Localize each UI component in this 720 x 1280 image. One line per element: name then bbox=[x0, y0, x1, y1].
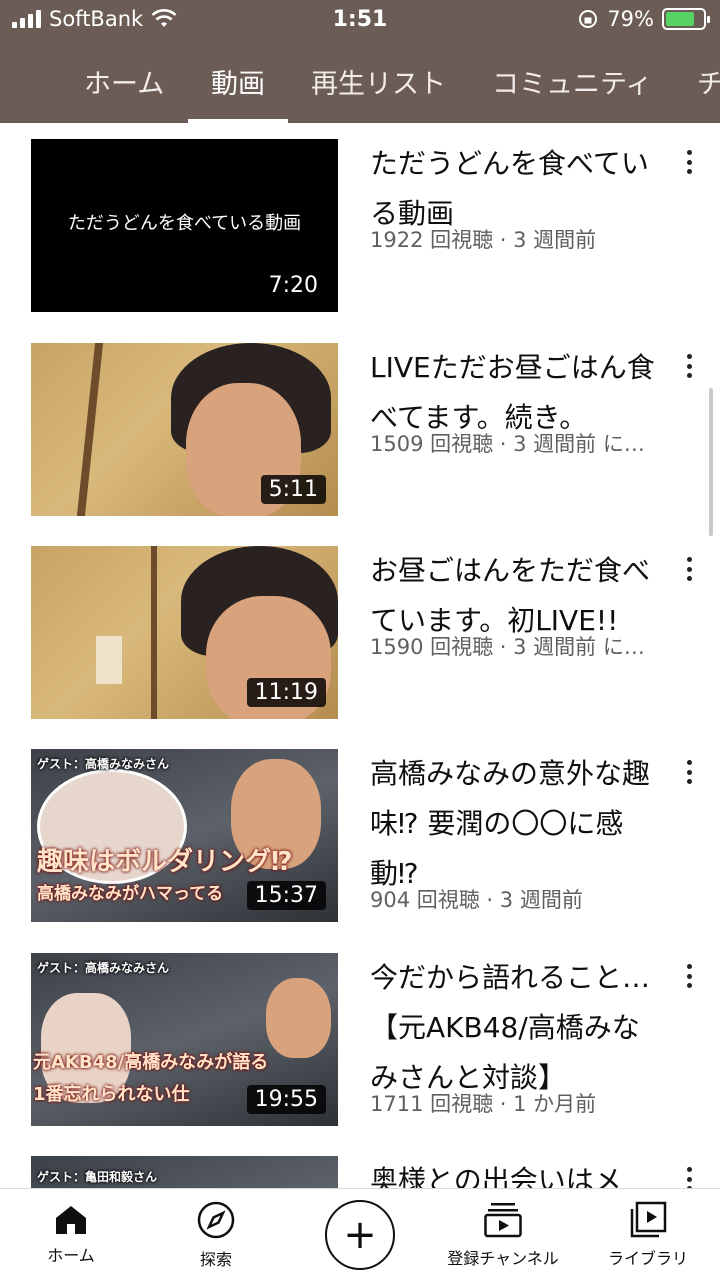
nav-subscriptions-label: 登録チャンネル bbox=[447, 1249, 559, 1268]
more-icon[interactable] bbox=[680, 961, 698, 991]
more-icon[interactable] bbox=[680, 757, 698, 787]
video-item[interactable]: 5:11 LIVEただお昼ごはん食べてます。続き。 1509 回視聴 · 3 週… bbox=[0, 343, 720, 529]
plus-icon[interactable]: + bbox=[325, 1200, 395, 1270]
video-title-text: ただうどんを食べている動画 bbox=[370, 147, 649, 230]
video-title[interactable]: お昼ごはんをただ食べています。初LIVE!! 1590 回視聴 · 3 週間前 … bbox=[370, 546, 655, 660]
nav-library-label: ライブラリ bbox=[607, 1249, 688, 1268]
more-icon[interactable] bbox=[680, 147, 698, 177]
video-meta: 1590 回視聴 · 3 週間前 に… bbox=[370, 635, 645, 659]
duration-badge: 15:37 bbox=[246, 881, 326, 910]
video-item[interactable]: ただうどんを食べている動画 7:20 ただうどんを食べている動画 1922 回視… bbox=[0, 139, 720, 325]
tab-videos[interactable]: 動画 bbox=[211, 62, 265, 101]
battery-percent: 79% bbox=[607, 7, 654, 31]
video-title[interactable]: 高橋みなみの意外な趣味⁉ 要潤の〇〇に感動⁉ 904 回視聴 · 3 週間前 bbox=[370, 749, 655, 913]
duration-badge: 19:55 bbox=[246, 1085, 326, 1114]
video-meta: 904 回視聴 · 3 週間前 bbox=[370, 888, 583, 912]
video-item[interactable]: ゲスト：亀田和毅さん 奥様との出会いはメ bbox=[0, 1156, 720, 1188]
video-title-text: 奥様との出会いはメ bbox=[370, 1164, 622, 1188]
tab-channels[interactable]: チ bbox=[697, 62, 720, 101]
nav-explore-label: 探索 bbox=[199, 1250, 232, 1269]
more-icon[interactable] bbox=[680, 1164, 698, 1188]
thumbnail-caption: 趣味はボルダリング⁉ bbox=[37, 847, 293, 877]
tab-playlists[interactable]: 再生リスト bbox=[311, 62, 446, 101]
more-icon[interactable] bbox=[680, 554, 698, 584]
video-thumbnail[interactable]: 5:11 bbox=[31, 343, 338, 516]
battery-icon bbox=[662, 8, 710, 30]
thumbnail-text: ただうどんを食べている動画 bbox=[67, 213, 302, 234]
video-title-text: 高橋みなみの意外な趣味⁉ 要潤の〇〇に感動⁉ bbox=[370, 757, 651, 890]
header: SoftBank 1:51 79% ホーム 動画 再生リスト コミュニティ チ bbox=[0, 0, 720, 123]
nav-home-label: ホーム bbox=[47, 1246, 95, 1265]
thumbnail-caption: 1番忘れられない仕 bbox=[33, 1084, 190, 1105]
thumbnail-guest: ゲスト：高橋みなみさん bbox=[37, 757, 170, 771]
rotation-lock-icon bbox=[579, 10, 598, 28]
video-title[interactable]: ただうどんを食べている動画 1922 回視聴 · 3 週間前 bbox=[370, 139, 655, 253]
video-title[interactable]: LIVEただお昼ごはん食べてます。続き。 1509 回視聴 · 3 週間前 に… bbox=[370, 343, 655, 457]
duration-badge: 11:19 bbox=[246, 678, 326, 707]
video-thumbnail[interactable]: ゲスト：高橋みなみさん 趣味はボルダリング⁉ 高橋みなみがハマってる 15:37 bbox=[31, 749, 338, 922]
nav-library[interactable]: ライブラリ bbox=[600, 1189, 696, 1280]
nav-home[interactable]: ホーム bbox=[30, 1189, 112, 1280]
nav-subscriptions[interactable]: 登録チャンネル bbox=[436, 1189, 570, 1280]
library-icon bbox=[630, 1201, 667, 1238]
video-title[interactable]: 今だから語れること…【元AKB48/高橋みなみさんと対談】 1711 回視聴 ·… bbox=[370, 953, 655, 1117]
channel-tabs: ホーム 動画 再生リスト コミュニティ チ bbox=[0, 40, 720, 123]
video-meta: 1509 回視聴 · 3 週間前 に… bbox=[370, 432, 645, 456]
home-icon bbox=[56, 1206, 86, 1234]
active-tab-indicator bbox=[188, 119, 288, 123]
duration-badge: 5:11 bbox=[260, 475, 326, 504]
video-thumbnail[interactable]: ゲスト：高橋みなみさん 元AKB48/高橋みなみが語る 1番忘れられない仕 19… bbox=[31, 953, 338, 1126]
video-item[interactable]: 11:19 お昼ごはんをただ食べています。初LIVE!! 1590 回視聴 · … bbox=[0, 546, 720, 732]
duration-badge: 7:20 bbox=[260, 271, 326, 300]
video-thumbnail[interactable]: ゲスト：亀田和毅さん bbox=[31, 1156, 338, 1188]
subscriptions-icon bbox=[484, 1203, 522, 1238]
thumbnail-guest: ゲスト：亀田和毅さん bbox=[37, 1170, 158, 1184]
thumbnail-guest: ゲスト：高橋みなみさん bbox=[37, 961, 170, 975]
tab-community[interactable]: コミュニティ bbox=[492, 62, 652, 101]
video-item[interactable]: ゲスト：高橋みなみさん 趣味はボルダリング⁉ 高橋みなみがハマってる 15:37… bbox=[0, 749, 720, 935]
video-title-text: 今だから語れること…【元AKB48/高橋みなみさんと対談】 bbox=[370, 961, 651, 1094]
compass-icon bbox=[197, 1201, 235, 1239]
video-meta: 1922 回視聴 · 3 週間前 bbox=[370, 228, 597, 252]
more-icon[interactable] bbox=[680, 351, 698, 381]
video-title-text: お昼ごはんをただ食べています。初LIVE!! bbox=[370, 554, 651, 637]
video-meta: 1711 回視聴 · 1 か月前 bbox=[370, 1092, 597, 1116]
thumbnail-caption: 高橋みなみがハマってる bbox=[37, 884, 224, 904]
nav-explore[interactable]: 探索 bbox=[176, 1189, 256, 1280]
video-item[interactable]: ゲスト：高橋みなみさん 元AKB48/高橋みなみが語る 1番忘れられない仕 19… bbox=[0, 953, 720, 1139]
tab-home[interactable]: ホーム bbox=[84, 62, 164, 101]
video-thumbnail[interactable]: 11:19 bbox=[31, 546, 338, 719]
video-title-text: LIVEただお昼ごはん食べてます。続き。 bbox=[370, 351, 655, 434]
video-title[interactable]: 奥様との出会いはメ bbox=[370, 1156, 655, 1188]
thumbnail-caption: 元AKB48/高橋みなみが語る bbox=[33, 1052, 269, 1073]
status-right: 79% bbox=[577, 7, 710, 31]
video-thumbnail[interactable]: ただうどんを食べている動画 7:20 bbox=[31, 139, 338, 312]
status-bar: SoftBank 1:51 79% bbox=[0, 0, 720, 40]
scrollbar[interactable] bbox=[709, 388, 713, 536]
